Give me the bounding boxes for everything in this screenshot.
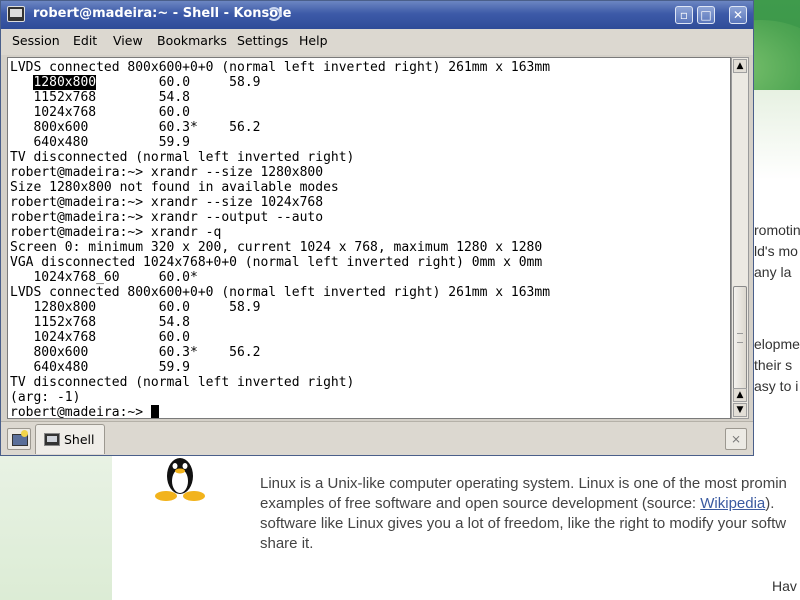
page-fragment: Hav — [772, 578, 797, 594]
session-tab-bar: Shell ⨯ — [1, 421, 753, 455]
terminal-line: LVDS connected 800x600+0+0 (normal left … — [10, 285, 551, 300]
terminal-line: Size 1280x800 not found in available mod… — [10, 180, 339, 195]
menu-session[interactable]: Session — [12, 33, 60, 48]
grip-icon — [737, 333, 743, 343]
page-fragment: elopme — [754, 336, 800, 352]
terminal-line: LVDS connected 800x600+0+0 (normal left … — [10, 60, 551, 75]
browser-left-strip — [0, 456, 112, 600]
wikipedia-link[interactable]: Wikipedia — [700, 495, 765, 512]
text-cursor — [150, 405, 159, 418]
terminal-scrollbar[interactable]: ▲ ▲ ▼ — [731, 57, 749, 419]
terminal-line: robert@madeira:~> xrandr --size 1024x768 — [10, 195, 324, 210]
menu-help[interactable]: Help — [299, 33, 328, 48]
terminal-line: 1152x768 54.8 — [10, 315, 191, 330]
konsole-app-icon[interactable] — [7, 6, 25, 22]
terminal-line: robert@madeira:~> xrandr -q — [10, 225, 222, 240]
description-text: examples of free software and open sourc… — [260, 495, 701, 512]
window-title: robert@madeira:~ - Shell - Konsole — [33, 6, 292, 21]
new-session-icon[interactable] — [7, 428, 31, 450]
description-line: software like Linux gives you a lot of f… — [260, 515, 787, 532]
page-fragment: any la — [754, 264, 792, 280]
scroll-up-arrow-icon[interactable]: ▲ — [733, 388, 747, 402]
menu-bar: Session Edit View Bookmarks Settings Hel… — [1, 29, 753, 55]
page-fragment: their s — [754, 357, 793, 373]
menu-edit[interactable]: Edit — [73, 33, 97, 48]
description-line: Linux is a Unix-like computer operating … — [260, 475, 787, 492]
terminal-line: 1280x800 60.0 58.9 — [10, 300, 261, 315]
scroll-down-arrow-icon[interactable]: ▼ — [733, 403, 747, 417]
terminal-icon — [44, 433, 60, 446]
terminal-line: TV disconnected (normal left inverted ri… — [10, 375, 355, 390]
scrollbar-thumb[interactable] — [733, 286, 747, 390]
page-fragment: romotin — [754, 222, 800, 238]
terminal-line: 800x600 60.3* 56.2 — [10, 120, 261, 135]
terminal-line: 1152x768 54.8 — [10, 90, 191, 105]
close-button[interactable]: ✕ — [729, 6, 747, 24]
menu-view[interactable]: View — [113, 33, 143, 48]
terminal-line: 800x600 60.3* 56.2 — [10, 345, 261, 360]
terminal-line: 1280x800 60.0 58.9 — [33, 75, 261, 90]
shell-prompt: robert@madeira:~> — [10, 405, 151, 419]
terminal-line: 1024x768 60.0 — [10, 105, 191, 120]
menu-settings[interactable]: Settings — [237, 33, 288, 48]
title-bar[interactable]: robert@madeira:~ - Shell - Konsole ▫ □ ✕ — [1, 1, 753, 29]
terminal-line: (arg: -1) — [10, 390, 81, 405]
terminal-line: VGA disconnected 1024x768+0+0 (normal le… — [10, 255, 543, 270]
terminal-line: 640x480 59.9 — [10, 135, 191, 150]
terminal-lines: LVDS connected 800x600+0+0 (normal left … — [10, 60, 551, 419]
description-line: examples of free software and open sourc… — [260, 494, 800, 514]
menu-bookmarks[interactable]: Bookmarks — [157, 33, 227, 48]
selected-text: 1280x800 — [33, 75, 97, 90]
maximize-button[interactable]: □ — [697, 6, 715, 24]
linux-description: Linux is a Unix-like computer operating … — [260, 474, 800, 554]
terminal-line: 1024x768 60.0 — [10, 330, 191, 345]
minimize-button[interactable]: ▫ — [675, 6, 693, 24]
close-session-icon[interactable]: ⨯ — [725, 428, 747, 450]
page-fragment: ld's mo — [754, 243, 798, 259]
terminal-line: TV disconnected (normal left inverted ri… — [10, 150, 355, 165]
description-text: ). — [765, 495, 775, 512]
scroll-up-arrow-icon[interactable]: ▲ — [733, 59, 747, 73]
terminal-output[interactable]: LVDS connected 800x600+0+0 (normal left … — [7, 57, 731, 419]
terminal-line: robert@madeira:~> xrandr --output --auto — [10, 210, 324, 225]
konsole-window[interactable]: robert@madeira:~ - Shell - Konsole ▫ □ ✕… — [0, 0, 754, 456]
terminal-line: 1024x768_60 60.0* — [10, 270, 198, 285]
tux-penguin-icon — [155, 458, 205, 501]
terminal-line: robert@madeira:~> xrandr --size 1280x800 — [10, 165, 324, 180]
terminal-prompt-line[interactable]: robert@madeira:~> — [10, 405, 550, 419]
description-line: share it. — [260, 535, 314, 552]
terminal-line: 640x480 59.9 — [10, 360, 191, 375]
tab-shell[interactable]: Shell — [35, 424, 105, 454]
terminal-line: Screen 0: minimum 320 x 200, current 102… — [10, 240, 543, 255]
page-fragment: asy to i — [754, 378, 799, 394]
tab-label: Shell — [64, 432, 95, 447]
sticky-pin-icon[interactable] — [267, 7, 281, 21]
